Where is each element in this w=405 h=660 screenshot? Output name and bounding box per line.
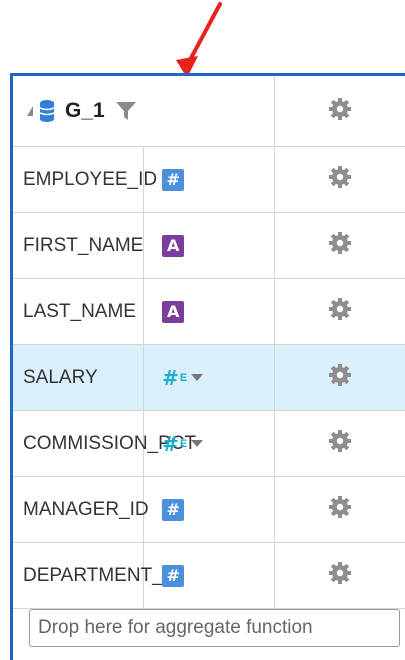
fields-table: G_1 EMPLOYEE_ID # FIRST_NAME A LAST_NAME… [13,76,405,609]
field-row[interactable]: FIRST_NAME A [13,212,405,279]
number-type-icon: # [162,564,185,587]
collapse-triangle-icon[interactable] [27,106,33,116]
group-header-row: G_1 [13,76,405,147]
field-settings-cell [274,410,405,477]
gear-icon[interactable] [328,429,352,453]
chevron-down-icon[interactable] [191,440,204,447]
field-row[interactable]: LAST_NAME A [13,278,405,345]
filter-icon[interactable] [115,100,137,122]
field-settings-cell [274,212,405,279]
field-type-cell: # [143,476,275,543]
field-name: EMPLOYEE_ID [13,146,157,213]
field-type-cell: A [143,212,275,279]
string-type-icon: A [162,234,185,257]
field-row[interactable]: MANAGER_ID # [13,476,405,543]
group-settings-cell [274,76,405,147]
field-type-cell: # [143,542,275,609]
gear-icon[interactable] [328,363,352,387]
data-group-panel: G_1 EMPLOYEE_ID # FIRST_NAME A LAST_NAME… [10,73,405,660]
field-name: DEPARTMENT_ID [13,542,182,609]
group-header: G_1 [13,76,275,147]
field-type-cell: # E [143,344,275,411]
expression-e-glyph: E [179,437,188,450]
field-settings-cell [274,146,405,213]
field-name: LAST_NAME [13,278,145,345]
group-name: G_1 [65,99,105,122]
gear-icon[interactable] [328,495,352,519]
field-row[interactable]: COMMISSION_PCT # E [13,410,405,477]
chevron-down-icon[interactable] [191,374,204,381]
field-row[interactable]: EMPLOYEE_ID # [13,146,405,213]
number-type-icon: # [162,498,185,521]
field-name: MANAGER_ID [13,476,149,543]
field-type-cell: # E [143,410,275,477]
number-expression-dropdown-icon[interactable]: # E [162,431,204,456]
string-type-icon: A [162,300,185,323]
number-expression-dropdown-icon[interactable]: # E [162,365,204,390]
field-settings-cell [274,278,405,345]
field-name: SALARY [13,344,145,411]
gear-icon[interactable] [328,231,352,255]
field-settings-cell [274,344,405,411]
expression-hash-glyph: # [162,431,179,456]
field-name: FIRST_NAME [13,212,145,279]
gear-icon[interactable] [328,97,352,121]
aggregate-drop-zone[interactable]: Drop here for aggregate function [29,609,400,647]
field-row[interactable]: DEPARTMENT_ID # [13,542,405,609]
gear-icon[interactable] [328,297,352,321]
field-settings-cell [274,476,405,543]
expression-hash-glyph: # [162,365,179,390]
number-type-icon: # [162,168,185,191]
field-type-cell: A [143,278,275,345]
database-icon [39,100,55,122]
field-type-cell: # [143,146,275,213]
gear-icon[interactable] [328,165,352,189]
field-row[interactable]: SALARY # E [13,344,405,411]
field-settings-cell [274,542,405,609]
annotation-arrow-icon [176,2,222,78]
gear-icon[interactable] [328,561,352,585]
field-name: COMMISSION_PCT [13,410,196,477]
expression-e-glyph: E [179,371,188,384]
